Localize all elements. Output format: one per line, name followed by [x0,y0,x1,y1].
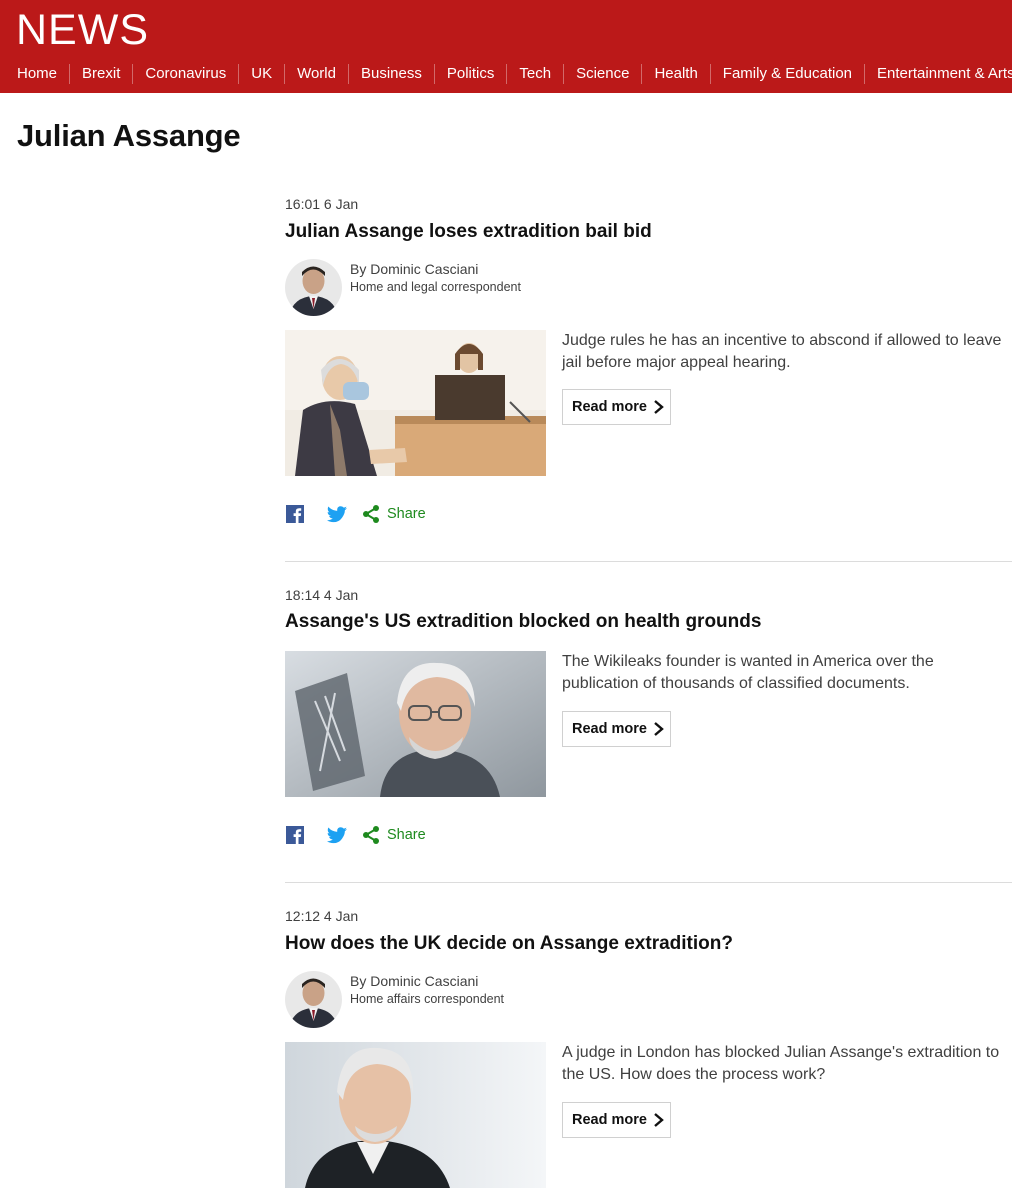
page-title: Julian Assange [17,118,241,153]
share-bar: Share [285,825,426,845]
article-time: 16:01 6 Jan [285,196,359,212]
twitter-icon[interactable] [327,825,347,845]
author-avatar [285,259,342,316]
article-headline[interactable]: How does the UK decide on Assange extrad… [285,932,733,956]
read-more-button[interactable]: Read more [562,389,671,425]
article-summary: Judge rules he has an incentive to absco… [562,332,1002,371]
nav-business[interactable]: Business [347,64,434,84]
nav-family-education[interactable]: Family & Education [709,64,864,84]
author-name[interactable]: By Dominic Casciani [350,261,478,277]
article-image[interactable] [285,651,546,797]
nav-tech[interactable]: Tech [506,64,563,84]
article-time: 12:12 4 Jan [285,908,359,924]
chevron-right-icon [653,722,664,736]
nav-science[interactable]: Science [563,64,641,84]
share-icon[interactable] [361,504,381,524]
chevron-right-icon [653,400,664,414]
share-label[interactable]: Share [387,506,426,522]
article-card: 12:12 4 Jan How does the UK decide on As… [285,907,1012,1200]
nav-brexit[interactable]: Brexit [69,64,132,84]
author-name[interactable]: By Dominic Casciani [350,973,478,989]
read-more-label: Read more [572,399,647,415]
author-role: Home affairs correspondent [350,992,505,1006]
article-time: 18:14 4 Jan [285,587,359,603]
article-image[interactable] [285,330,546,476]
nav-politics[interactable]: Politics [433,64,507,84]
article-divider [285,561,1012,562]
nav-entertainment-arts[interactable]: Entertainment & Arts [864,64,1012,84]
article-divider [285,882,1012,883]
article-headline[interactable]: Julian Assange loses extradition bail bi… [285,220,652,244]
nav-world[interactable]: World [284,64,348,84]
news-logo[interactable]: NEWS [16,9,149,52]
article-summary: The Wikileaks founder is wanted in Ameri… [562,653,934,692]
main-nav: Home Brexit Coronavirus UK World Busines… [0,64,1012,84]
read-more-label: Read more [572,1112,647,1128]
article-card: 18:14 4 Jan Assange's US extradition blo… [285,586,1012,852]
article-summary: A judge in London has blocked Julian Ass… [562,1044,1000,1083]
facebook-icon[interactable] [285,825,305,845]
read-more-button[interactable]: Read more [562,711,671,747]
nav-home[interactable]: Home [0,64,69,84]
share-bar: Share [285,504,426,524]
nav-uk[interactable]: UK [238,64,284,84]
nav-coronavirus[interactable]: Coronavirus [132,64,238,84]
article-headline[interactable]: Assange's US extradition blocked on heal… [285,610,761,634]
share-icon[interactable] [361,825,381,845]
twitter-icon[interactable] [327,504,347,524]
read-more-label: Read more [572,721,647,737]
author-avatar [285,971,342,1028]
article-image[interactable] [285,1042,546,1188]
share-label[interactable]: Share [387,827,426,843]
read-more-button[interactable]: Read more [562,1102,671,1138]
nav-health[interactable]: Health [641,64,709,84]
masthead: NEWS Home Brexit Coronavirus UK World Bu… [0,0,1012,93]
facebook-icon[interactable] [285,504,305,524]
chevron-right-icon [653,1113,664,1127]
author-role: Home and legal correspondent [350,280,521,294]
article-card: 16:01 6 Jan Julian Assange loses extradi… [285,195,1012,530]
